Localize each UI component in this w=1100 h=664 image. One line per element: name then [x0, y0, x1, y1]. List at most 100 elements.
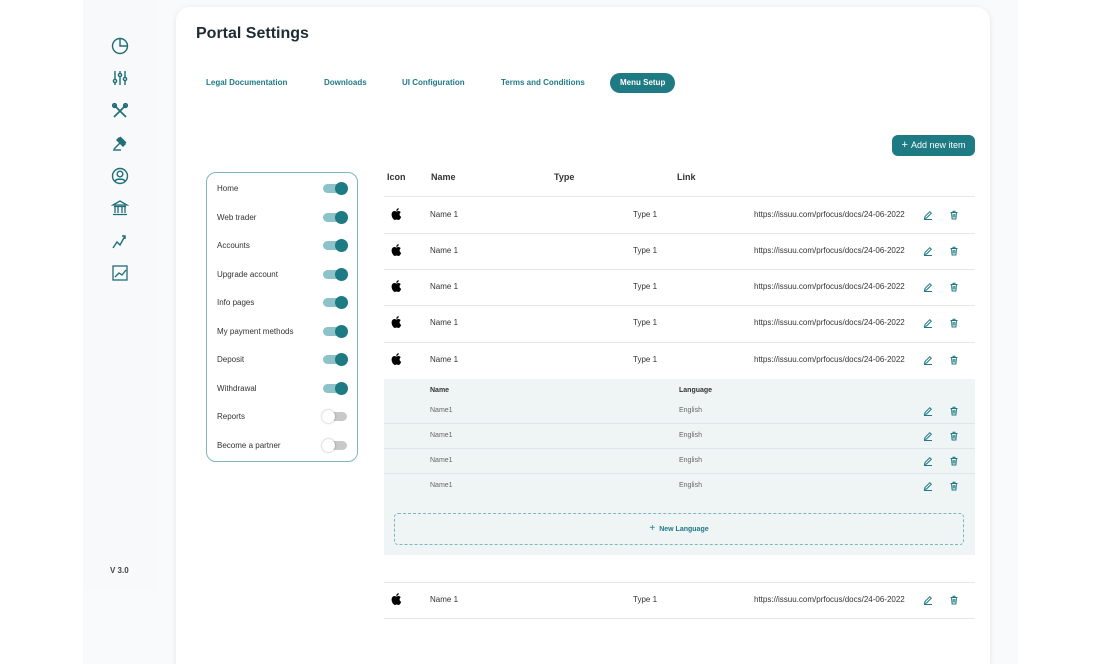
- row-link[interactable]: https://issuu.com/prfocus/docs/24-06-202…: [754, 318, 905, 327]
- new-language-button[interactable]: + New Language: [394, 513, 964, 545]
- page-title: Portal Settings: [196, 25, 309, 42]
- edit-icon[interactable]: [923, 246, 933, 256]
- menu-item-home: Home: [217, 179, 349, 199]
- toggle-reports[interactable]: [322, 410, 347, 423]
- toggle-info-pages[interactable]: [323, 296, 348, 309]
- trash-icon[interactable]: [949, 355, 959, 365]
- tab-legal-documentation[interactable]: Legal Documentation: [206, 73, 287, 93]
- language-row-name: Name1: [430, 482, 453, 489]
- trash-icon[interactable]: [949, 246, 959, 256]
- row-link[interactable]: https://issuu.com/prfocus/docs/24-06-202…: [754, 246, 905, 255]
- tab-menu-setup[interactable]: Menu Setup: [610, 73, 676, 93]
- trash-icon[interactable]: [949, 456, 959, 466]
- apple-icon: [390, 592, 404, 606]
- row-type: Type 1: [633, 282, 658, 291]
- trend-line-icon[interactable]: [111, 232, 129, 250]
- pie-chart-icon[interactable]: [111, 37, 129, 55]
- tools-icon[interactable]: [111, 102, 129, 120]
- gavel-icon[interactable]: [111, 134, 129, 152]
- row-name: Name 1: [430, 595, 459, 604]
- language-subtable: Name Language Name1 English Name1 Englis…: [384, 379, 975, 555]
- edit-icon[interactable]: [923, 355, 933, 365]
- add-new-item-button[interactable]: + Add new item: [892, 135, 975, 156]
- row-link[interactable]: https://issuu.com/prfocus/docs/24-06-202…: [754, 355, 905, 364]
- row-link[interactable]: https://issuu.com/prfocus/docs/24-06-202…: [754, 210, 905, 219]
- toggle-become-a-partner[interactable]: [322, 438, 347, 452]
- row-name: Name 1: [430, 210, 459, 219]
- trash-icon[interactable]: [949, 406, 959, 416]
- toggle-withdrawal[interactable]: [323, 381, 348, 395]
- portal-settings-card: Portal Settings Legal Documentation Down…: [176, 7, 990, 664]
- table-row: Name 1 Type 1 https://issuu.com/prfocus/…: [384, 305, 975, 341]
- row-name: Name 1: [430, 246, 459, 255]
- language-row: Name1 English: [384, 449, 975, 474]
- toggle-my-payment-methods[interactable]: [323, 324, 348, 338]
- menu-item-label: Become a partner: [217, 440, 281, 450]
- trash-icon[interactable]: [949, 481, 959, 491]
- menu-item-become-a-partner: Become a partner: [217, 436, 349, 456]
- edit-icon[interactable]: [923, 456, 933, 466]
- tab-ui-configuration[interactable]: UI Configuration: [402, 73, 465, 93]
- edit-icon[interactable]: [923, 318, 933, 328]
- menu-item-my-payment-methods: My payment methods: [217, 322, 349, 342]
- menu-item-web-trader: Web trader: [217, 208, 349, 228]
- menu-item-label: Upgrade account: [217, 269, 278, 279]
- language-row-name: Name1: [430, 457, 453, 464]
- table-row: Name 1 Type 1 https://issuu.com/prfocus/…: [384, 233, 975, 269]
- trash-icon[interactable]: [949, 318, 959, 328]
- toggle-home[interactable]: [323, 182, 348, 195]
- trash-icon[interactable]: [949, 210, 959, 220]
- trash-icon[interactable]: [949, 431, 959, 441]
- sidebar: V 3.0: [83, 0, 155, 590]
- row-type: Type 1: [633, 318, 658, 327]
- toggle-deposit[interactable]: [323, 353, 348, 366]
- apple-icon: [390, 315, 404, 329]
- plus-icon: +: [649, 523, 656, 534]
- edit-icon[interactable]: [923, 431, 933, 441]
- bank-icon[interactable]: [111, 199, 129, 217]
- menu-item-label: My payment methods: [217, 326, 294, 336]
- edit-icon[interactable]: [923, 210, 933, 220]
- table-row: Name 1 Type 1 https://issuu.com/prfocus/…: [384, 269, 975, 305]
- column-header-type: Type: [554, 172, 575, 182]
- edit-icon[interactable]: [923, 406, 933, 416]
- subtable-header-language: Language: [679, 387, 713, 394]
- sliders-icon[interactable]: [111, 69, 129, 87]
- divider: [384, 618, 975, 619]
- column-header-link: Link: [677, 172, 696, 182]
- row-link[interactable]: https://issuu.com/prfocus/docs/24-06-202…: [754, 595, 905, 604]
- row-name: Name 1: [430, 318, 459, 327]
- menu-item-info-pages: Info pages: [217, 293, 349, 313]
- edit-icon[interactable]: [923, 595, 933, 605]
- language-row: Name1 English: [384, 399, 975, 424]
- menu-item-withdrawal: Withdrawal: [217, 379, 349, 399]
- new-language-label: New Language: [659, 526, 709, 533]
- trash-icon[interactable]: [949, 595, 959, 605]
- add-new-item-label: Add new item: [910, 140, 966, 150]
- version-label: V 3.0: [110, 566, 129, 575]
- row-type: Type 1: [633, 355, 658, 364]
- toggle-upgrade-account[interactable]: [323, 267, 348, 281]
- apple-icon: [390, 243, 404, 257]
- column-header-icon: Icon: [387, 172, 406, 182]
- toggle-accounts[interactable]: [323, 239, 348, 252]
- row-link[interactable]: https://issuu.com/prfocus/docs/24-06-202…: [754, 282, 905, 291]
- table-row: Name 1 Type 1 https://issuu.com/prfocus/…: [384, 342, 975, 378]
- row-type: Type 1: [633, 246, 658, 255]
- row-name: Name 1: [430, 282, 459, 291]
- edit-icon[interactable]: [923, 481, 933, 491]
- trash-icon[interactable]: [949, 282, 959, 292]
- tab-terms-and-conditions[interactable]: Terms and Conditions: [501, 73, 585, 93]
- row-type: Type 1: [633, 595, 658, 604]
- user-circle-icon[interactable]: [111, 167, 129, 185]
- toggle-web-trader[interactable]: [323, 210, 348, 224]
- menu-item-label: Accounts: [217, 241, 250, 250]
- tab-downloads[interactable]: Downloads: [324, 73, 367, 93]
- language-row: Name1 English: [384, 424, 975, 449]
- edit-icon[interactable]: [923, 282, 933, 292]
- language-row-language: English: [679, 457, 702, 464]
- column-header-name: Name: [431, 172, 456, 182]
- language-row-language: English: [679, 407, 702, 414]
- chart-area-icon[interactable]: [111, 264, 129, 282]
- menu-items-panel: Home Web trader Accounts Upgrade account…: [206, 172, 358, 462]
